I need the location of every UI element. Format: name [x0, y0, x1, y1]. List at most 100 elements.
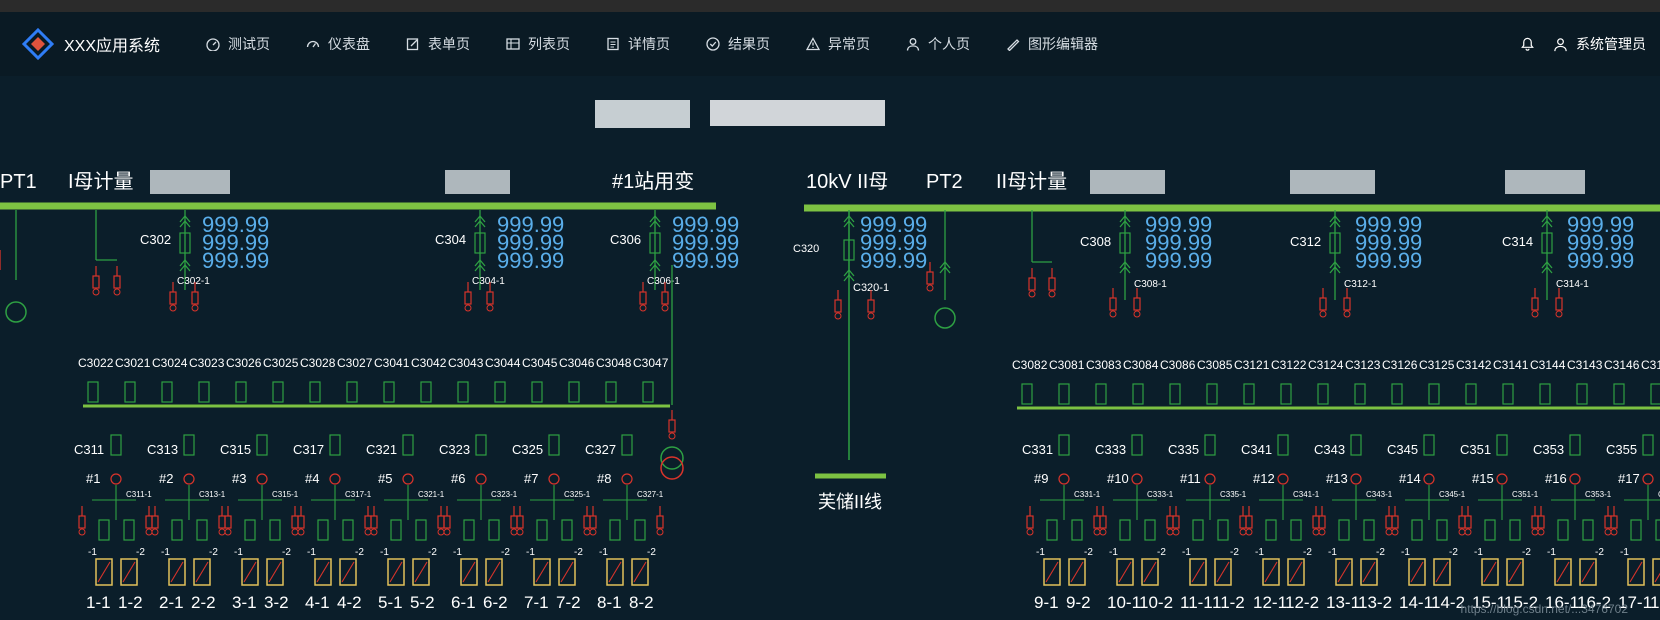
unit-branch-label: -2	[355, 547, 364, 558]
nav-item-4[interactable]: 列表页	[506, 34, 570, 54]
nav-item-1[interactable]: 测试页	[206, 34, 270, 54]
grounding-switch	[113, 275, 121, 296]
bus-label: II母计量	[996, 170, 1067, 193]
grounding-switch	[1048, 277, 1056, 298]
row-switch-label: C3141	[1493, 358, 1529, 372]
breaker-box	[463, 519, 475, 541]
breaker-box	[1502, 383, 1514, 405]
unit-ct	[110, 473, 122, 485]
pcs-diagonal	[1070, 561, 1084, 583]
unit-sub-label: C321-1	[418, 490, 445, 499]
row-switch-label: C3146	[1604, 358, 1640, 372]
row-switch-label: C3042	[411, 356, 447, 370]
bell-icon[interactable]	[1520, 37, 1535, 52]
unit-sub-label: C311-1	[126, 490, 152, 499]
grounding-switch	[656, 515, 664, 536]
breaker-box	[415, 519, 427, 541]
breaker-box	[494, 381, 506, 403]
obscured-title-block	[710, 100, 885, 126]
table-icon	[506, 38, 520, 50]
unit-branch-label: -2	[282, 547, 291, 558]
user-avatar-icon[interactable]	[1553, 37, 1568, 52]
pcs-diagonal	[462, 561, 476, 583]
grounding-switch	[291, 515, 299, 536]
grounding-switch	[443, 515, 451, 536]
unit-branch-label: -2	[428, 547, 437, 558]
row-switch-label: C3081	[1049, 358, 1085, 372]
feeder-name: C302	[140, 232, 171, 247]
breaker-box	[1169, 383, 1181, 405]
row-switch-label: C3084	[1123, 358, 1159, 372]
breaker-box	[342, 519, 354, 541]
pcs-diagonal	[633, 561, 647, 583]
nav-item-7[interactable]: 异常页	[806, 34, 870, 54]
obscured-label	[150, 170, 230, 194]
user-icon	[906, 38, 920, 51]
brand[interactable]: XXX应用系统	[22, 28, 192, 60]
grounding-switch	[151, 515, 159, 536]
grounding-switch	[1464, 515, 1472, 536]
unit-label: 1-2	[118, 593, 143, 612]
feeder-switch-label: C308-1	[1134, 279, 1167, 290]
grounding-switch	[145, 515, 153, 536]
breaker-box	[1423, 434, 1435, 456]
unit-breaker-name: C343	[1314, 442, 1345, 457]
breaker-box	[1436, 519, 1448, 541]
breaker-box	[235, 381, 247, 403]
grounding-switch	[1385, 515, 1393, 536]
single-line-diagram: PT1 I母计量 #1站用变 10kV II母 PT2 II母计量 C302 C302-1 99…	[0, 100, 1660, 612]
nav-item-3[interactable]: 表单页	[406, 34, 470, 54]
unit-branch-label: -1	[88, 547, 97, 558]
breaker-box	[1058, 434, 1070, 456]
grounding-switch	[926, 271, 934, 292]
nav-item-8[interactable]: 个人页	[906, 34, 970, 54]
unit-label: 7-1	[524, 593, 549, 612]
breaker-box	[561, 519, 573, 541]
grounding-switch	[1531, 297, 1539, 318]
breaker-box	[171, 519, 183, 541]
row-switch-label: C3085	[1197, 358, 1233, 372]
row-switch-label: C3043	[448, 356, 484, 370]
row-switch-label: C3143	[1567, 358, 1603, 372]
unit-branch-label: -1	[234, 547, 243, 558]
grounding-switch	[1028, 277, 1036, 298]
breaker-box	[1290, 519, 1302, 541]
unit-ct	[1277, 473, 1289, 485]
unit-label: 4-1	[305, 593, 330, 612]
nav-item-6[interactable]: 结果页	[706, 34, 770, 54]
unit-number: #10	[1107, 471, 1129, 486]
pcs-diagonal	[389, 561, 403, 583]
unit-ct	[621, 473, 633, 485]
breaker-box	[1217, 519, 1229, 541]
grounding-switch	[78, 515, 86, 536]
breaker-box	[1338, 519, 1350, 541]
breaker-box	[256, 434, 268, 456]
nav-item-2[interactable]: 仪表盘	[306, 34, 370, 54]
grounding-switch	[1555, 297, 1563, 318]
app-logo-icon	[22, 28, 54, 60]
row-switch-label: C3045	[522, 356, 558, 370]
breaker-box	[1192, 519, 1204, 541]
grounding-switch	[639, 291, 647, 312]
unit-branch-label: -2	[1522, 547, 1531, 558]
breaker-box	[621, 434, 633, 456]
unit-breaker-name: C345	[1387, 442, 1418, 457]
breaker-box	[1243, 383, 1255, 405]
breaker-box	[98, 519, 110, 541]
grounding-switch	[661, 291, 669, 312]
breaker-box	[383, 381, 395, 403]
username[interactable]: 系统管理员	[1576, 34, 1646, 54]
breaker-box	[609, 519, 621, 541]
breaker-box	[1265, 519, 1277, 541]
unit-branch-label: -1	[1182, 547, 1191, 558]
unit-branch-label: -2	[1595, 547, 1604, 558]
breaker-box	[531, 381, 543, 403]
nav-item-5[interactable]: 详情页	[606, 34, 670, 54]
row-switch-label: C3044	[485, 356, 521, 370]
unit-breaker-name: C323	[439, 442, 470, 457]
nav-item-9[interactable]: 图形编辑器	[1006, 34, 1098, 54]
breaker-box	[1539, 383, 1551, 405]
row-switch-label: C3026	[226, 356, 262, 370]
unit-label: 3-2	[264, 593, 289, 612]
grounding-switch	[1610, 515, 1618, 536]
